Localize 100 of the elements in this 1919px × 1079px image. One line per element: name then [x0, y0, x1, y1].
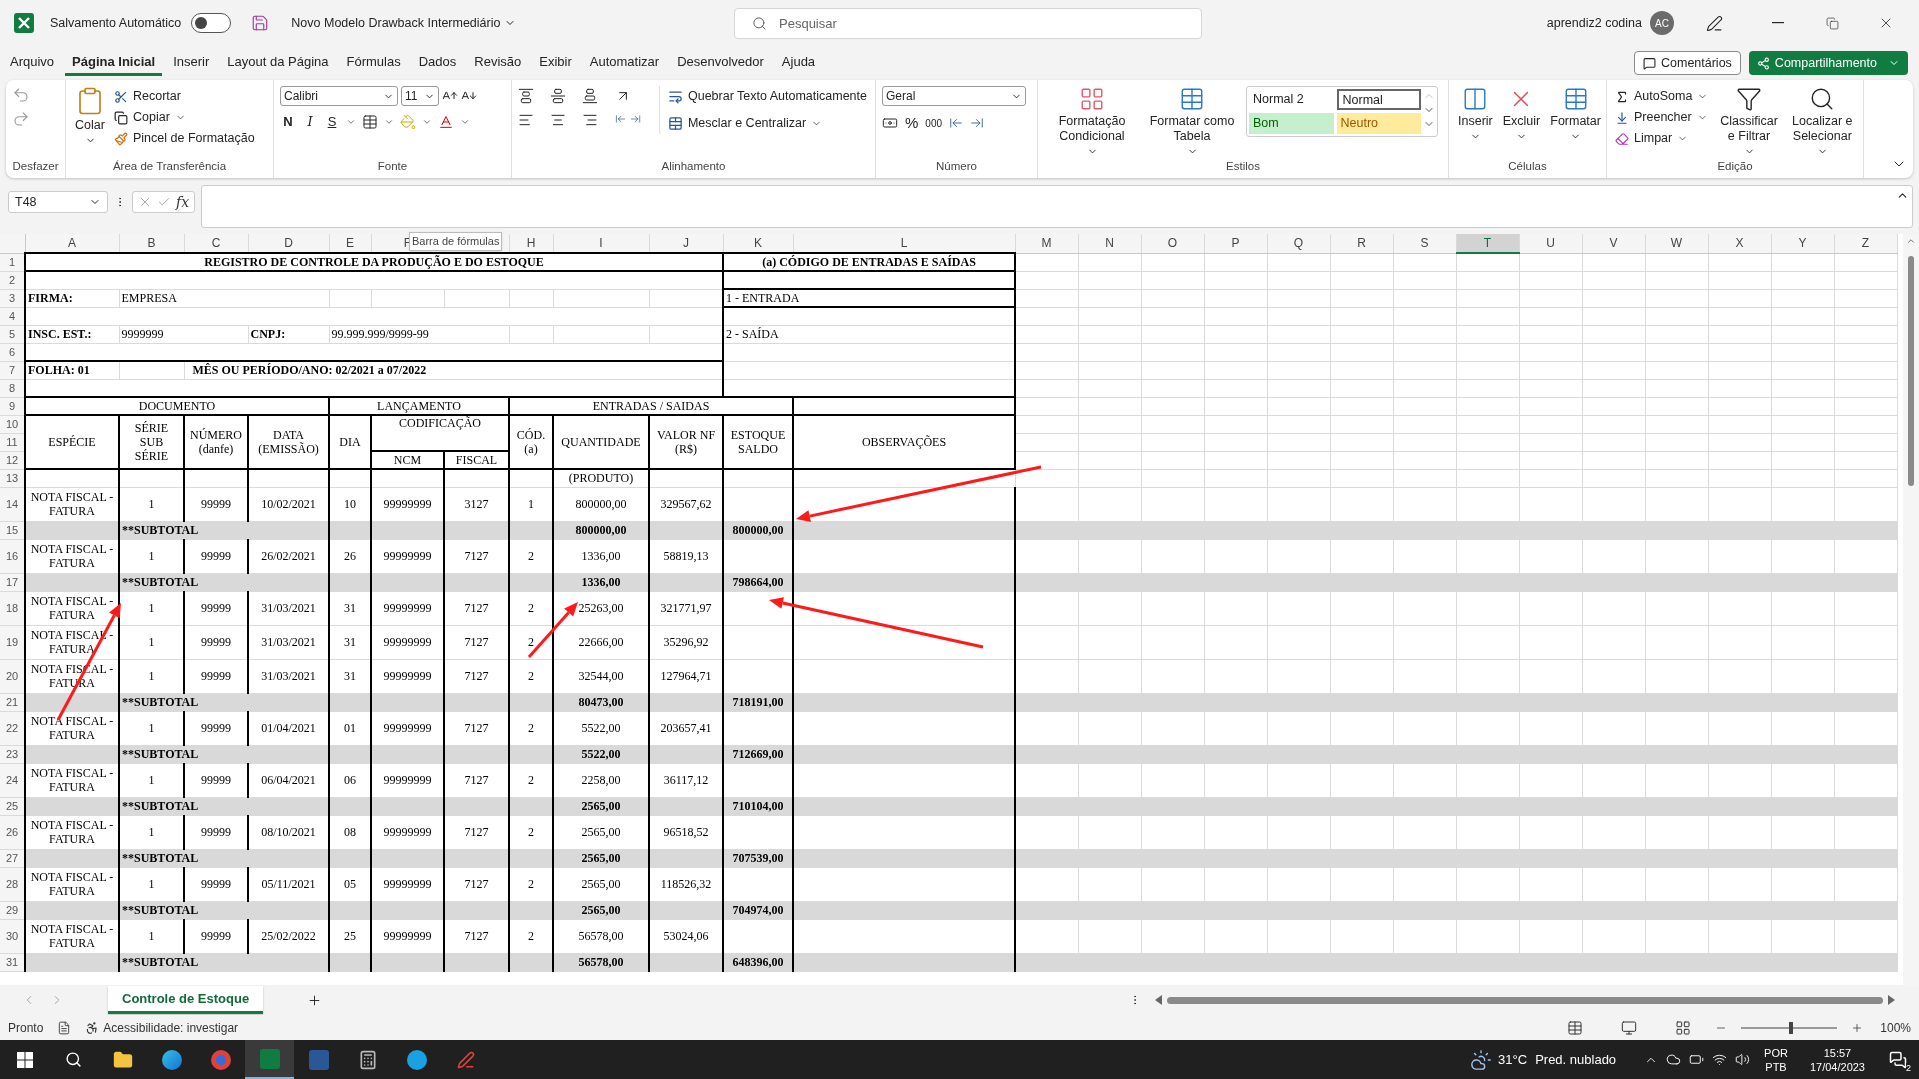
comments-button[interactable]: Comentários [1634, 51, 1741, 75]
sheet-tab[interactable]: Controle de Estoque [108, 986, 264, 1014]
format-button[interactable]: Formatar [1547, 86, 1604, 142]
autosum-button[interactable]: AutoSoma [1613, 86, 1711, 107]
menu-tab[interactable]: Inserir [166, 50, 217, 76]
column-header[interactable]: N [1078, 234, 1141, 253]
indent-increase-icon[interactable] [629, 112, 641, 126]
normal-view-icon[interactable] [1567, 1019, 1583, 1036]
fill-color-icon[interactable] [400, 113, 416, 130]
battery-icon[interactable] [1689, 1052, 1705, 1067]
scroll-left-icon[interactable] [1155, 995, 1163, 1005]
page-break-icon[interactable] [1675, 1019, 1691, 1036]
search-field[interactable]: Pesquisar [734, 7, 1202, 39]
conditional-format-button[interactable]: Formatação Condicional [1044, 86, 1140, 157]
add-sheet-icon[interactable] [307, 992, 323, 1008]
save-icon[interactable] [251, 14, 270, 32]
cell-style-option[interactable]: Neutro [1336, 113, 1421, 134]
align-middle-icon[interactable] [550, 88, 567, 104]
insert-button[interactable]: Inserir [1455, 86, 1496, 142]
sort-filter-button[interactable]: Classificar e Filtrar [1714, 86, 1784, 157]
cloud-icon[interactable] [1666, 1052, 1682, 1067]
column-header[interactable]: P [1204, 234, 1267, 253]
zoom-in-icon[interactable] [1851, 1021, 1863, 1034]
network-icon[interactable] [1712, 1052, 1728, 1067]
align-center-icon[interactable] [550, 112, 567, 128]
indent-decrease-icon[interactable] [614, 112, 626, 126]
scrollbar-thumb[interactable] [1908, 256, 1914, 486]
formula-input[interactable] [201, 185, 1913, 228]
share-button[interactable]: Compartilhamento [1748, 51, 1908, 75]
column-header[interactable]: S [1393, 234, 1456, 253]
column-header[interactable]: O [1141, 234, 1204, 253]
redo-icon[interactable] [12, 110, 30, 128]
name-box[interactable]: T48 [8, 191, 108, 213]
underline-button[interactable]: S [324, 112, 340, 132]
accessibility-button[interactable]: Acessibilidade: investigar [85, 1018, 239, 1037]
italic-button[interactable]: I [302, 112, 318, 132]
bold-button[interactable]: N [280, 112, 296, 132]
clear-button[interactable]: Limpar [1613, 128, 1711, 149]
fill-button[interactable]: Preencher [1613, 107, 1711, 128]
column-header[interactable]: Z [1834, 234, 1897, 253]
decimal-decrease-icon[interactable] [970, 116, 985, 131]
weather-icon[interactable] [1470, 1048, 1493, 1071]
cut-button[interactable]: Recortar [112, 86, 257, 107]
thousands-button[interactable]: 000 [925, 115, 943, 131]
column-header[interactable]: T [1456, 234, 1519, 253]
column-header[interactable]: V [1582, 234, 1645, 253]
column-header[interactable]: U [1519, 234, 1582, 253]
paste-button[interactable]: Colar [72, 86, 108, 146]
menu-tab[interactable]: Revisão [467, 50, 529, 76]
number-format-select[interactable]: Geral [882, 86, 1026, 106]
decimal-increase-icon[interactable] [949, 116, 964, 131]
file-name-menu[interactable]: Novo Modelo Drawback Intermediário [291, 13, 517, 33]
find-select-button[interactable]: Localizar e Selecionar [1787, 86, 1857, 157]
input-language-indicator[interactable]: POR PTB [1764, 1045, 1788, 1074]
pen-icon[interactable] [1706, 14, 1723, 32]
spreadsheet-app-button[interactable] [245, 1040, 294, 1079]
scrollbar-thumb[interactable] [1167, 996, 1883, 1004]
cell-style-option[interactable]: Bom [1249, 113, 1334, 134]
menu-tab[interactable]: Página Inicial [65, 50, 163, 76]
menu-tab[interactable]: Automatizar [582, 50, 667, 76]
column-header[interactable]: W [1645, 234, 1708, 253]
format-table-button[interactable]: Formatar como Tabela [1144, 86, 1240, 157]
font-family-select[interactable]: Calibri [280, 86, 398, 106]
page-layout-icon[interactable] [1621, 1019, 1637, 1036]
align-top-icon[interactable] [518, 88, 534, 104]
zoom-slider-thumb[interactable] [1789, 1021, 1793, 1034]
menu-tab[interactable]: Ajuda [774, 50, 823, 76]
merge-center-button[interactable]: Mesclar e Centralizar [665, 113, 869, 134]
menu-tab[interactable]: Arquivo [3, 50, 62, 76]
menu-tab[interactable]: Desenvolvedor [670, 50, 771, 76]
align-left-icon[interactable] [518, 112, 534, 128]
volume-icon[interactable] [1735, 1052, 1751, 1067]
column-header[interactable]: Y [1771, 234, 1834, 253]
column-header[interactable]: X [1708, 234, 1771, 253]
scroll-right-icon[interactable] [1887, 995, 1895, 1005]
format-painter-button[interactable]: Pincel de Formatação [112, 128, 257, 149]
percent-button[interactable]: % [905, 112, 919, 135]
clock[interactable]: 15:57 17/04/2023 [1809, 1045, 1865, 1074]
undo-icon[interactable] [12, 86, 30, 104]
borders-icon[interactable] [362, 113, 378, 130]
menu-tab[interactable]: Fórmulas [339, 50, 408, 76]
align-right-icon[interactable] [582, 112, 599, 128]
column-header[interactable]: M [1015, 234, 1078, 253]
annotation-arrow [527, 602, 578, 658]
menu-tab[interactable]: Dados [411, 50, 464, 76]
copy-button[interactable]: Copiar [112, 107, 257, 128]
align-bottom-icon[interactable] [582, 88, 599, 104]
menu-tab[interactable]: Layout da Página [220, 50, 336, 76]
font-size-select[interactable]: 11 [401, 86, 439, 106]
column-header[interactable]: Q [1267, 234, 1330, 253]
autosave-toggle[interactable] [191, 13, 232, 33]
wrap-text-button[interactable]: Quebrar Texto Automaticamente [665, 86, 869, 107]
column-header[interactable]: R [1330, 234, 1393, 253]
notifications-button[interactable]: 2 [1883, 1044, 1913, 1075]
menu-tab[interactable]: Exibir [532, 50, 579, 76]
delete-button[interactable]: Excluir [1499, 86, 1544, 142]
macro-recording-icon[interactable] [57, 1020, 72, 1035]
cell-style-option[interactable]: Normal [1336, 89, 1421, 110]
font-color-icon[interactable] [438, 113, 454, 130]
column-header-cell: QUANTIDADE [553, 415, 649, 469]
